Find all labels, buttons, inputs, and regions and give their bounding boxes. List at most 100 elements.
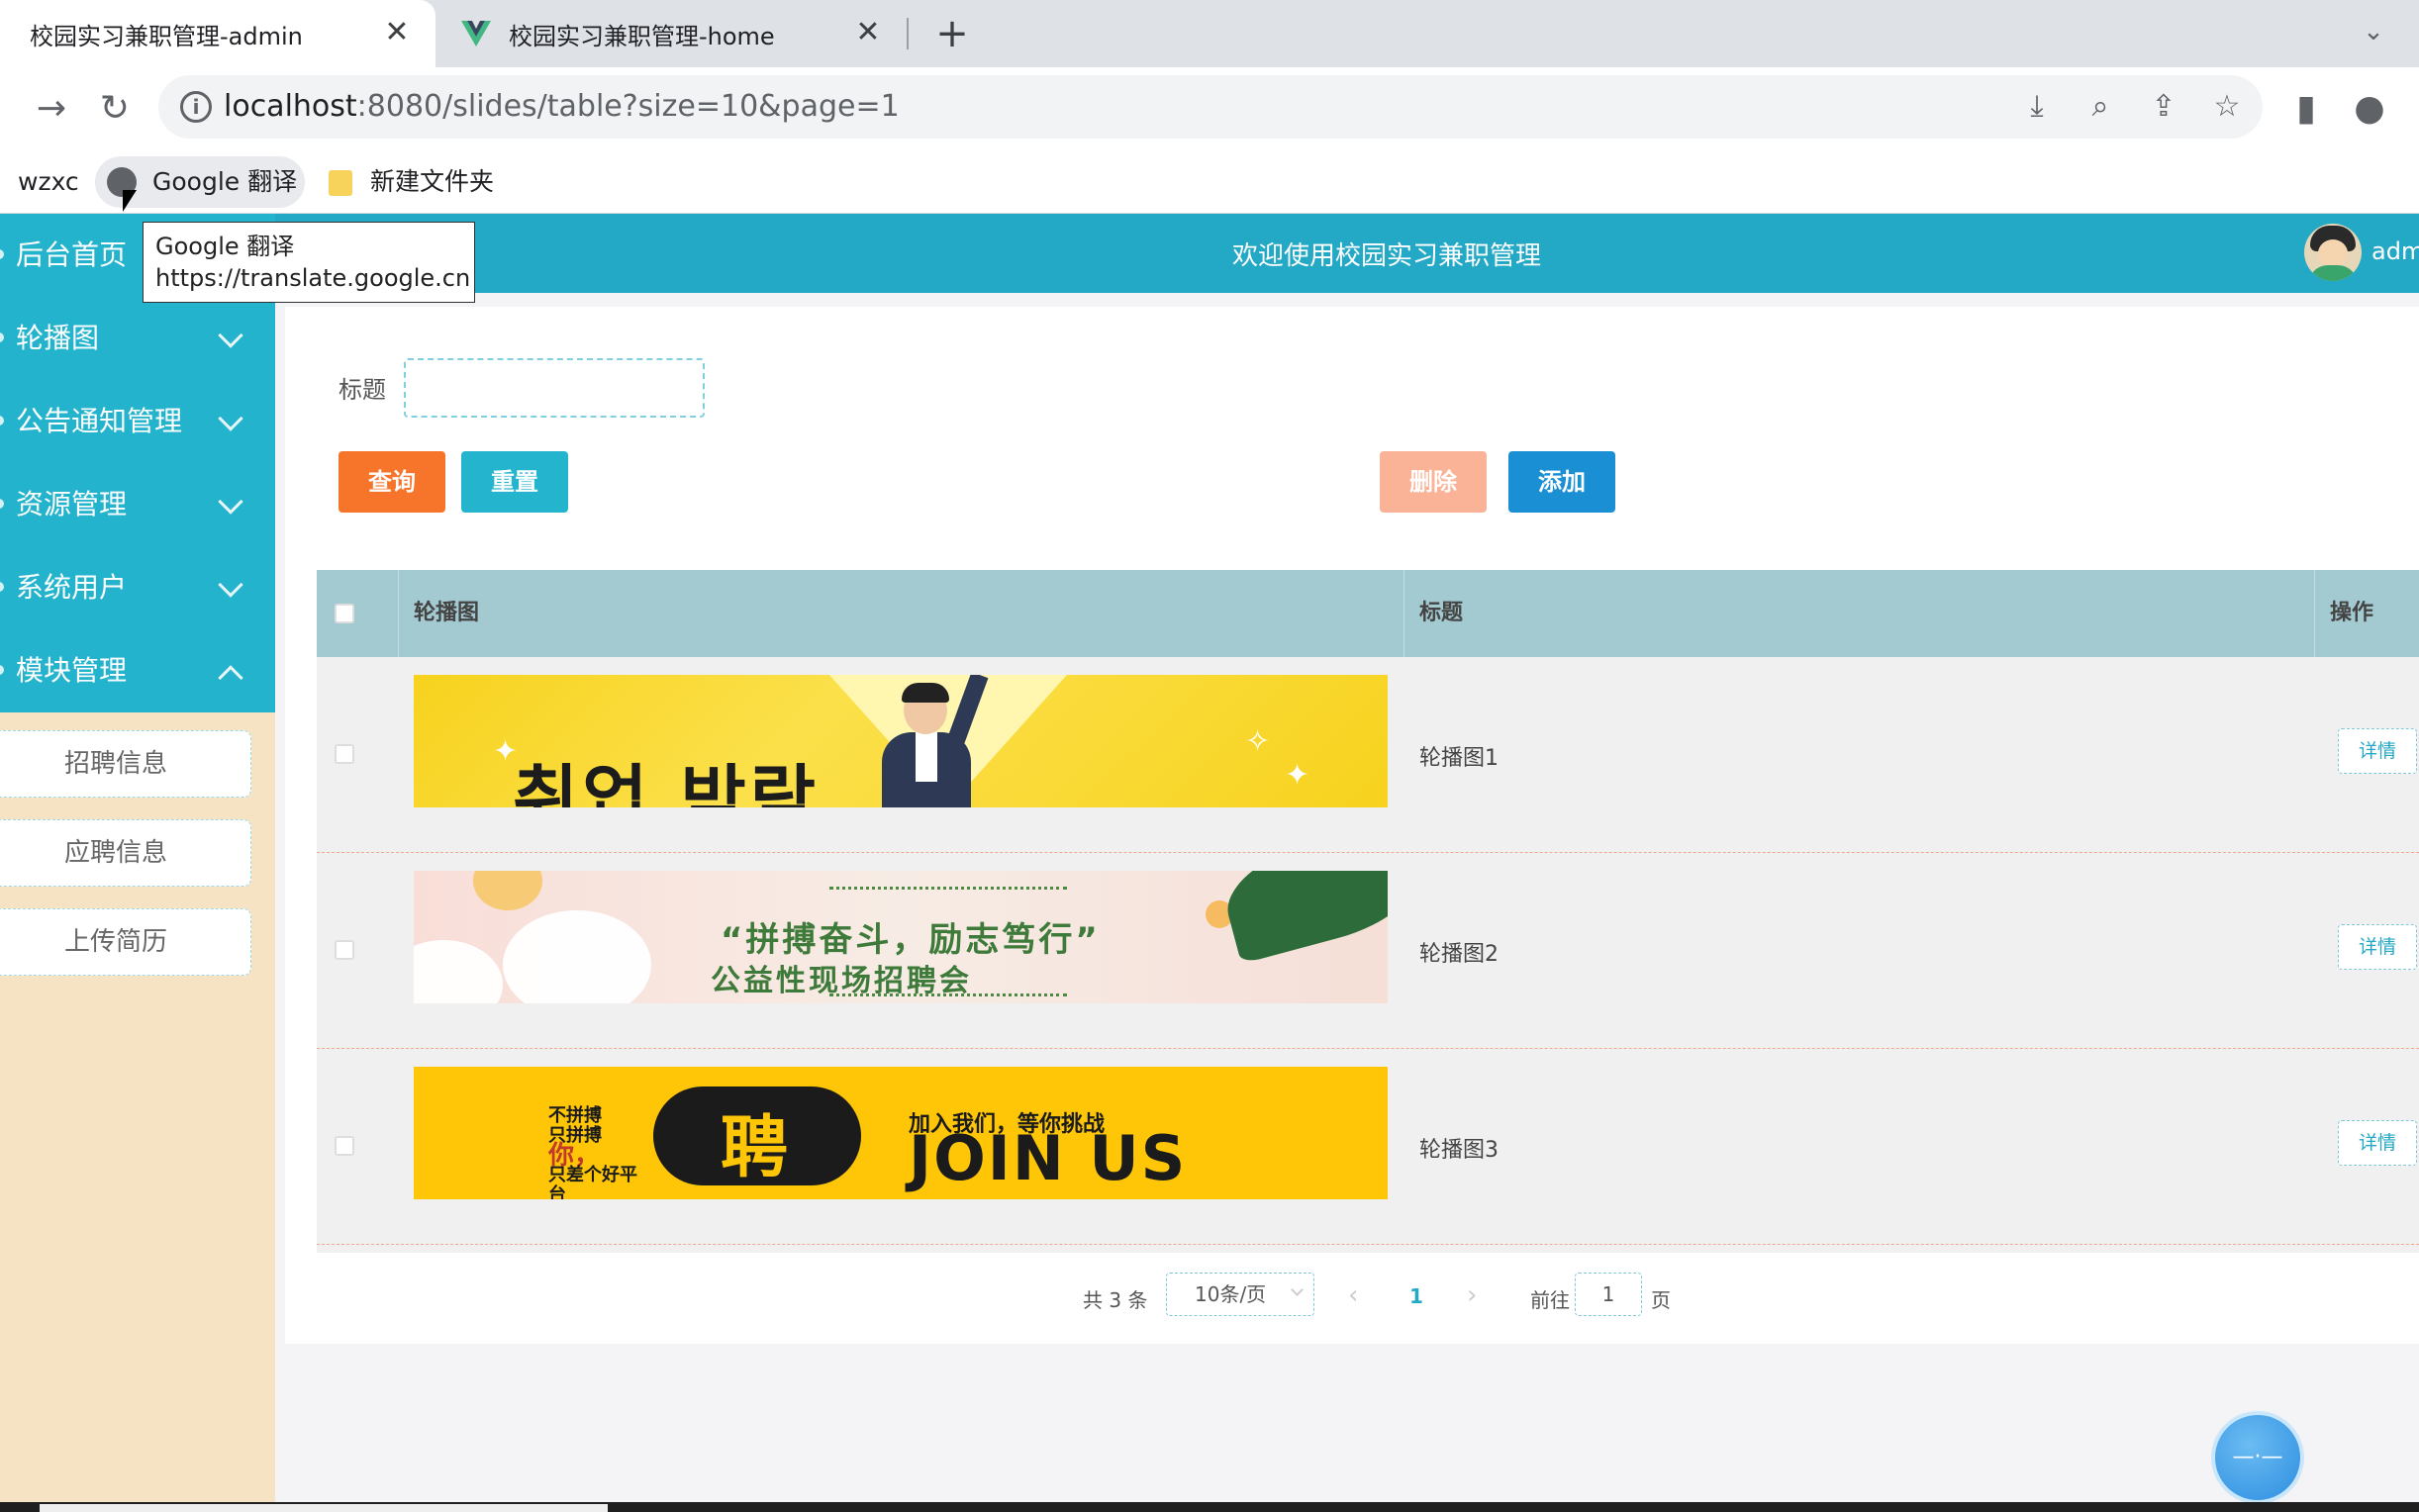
bullet-icon [0,582,4,592]
username[interactable]: admi [2371,237,2419,265]
add-button[interactable]: 添加 [1508,451,1615,513]
zoom-icon[interactable]: ⌕ [2080,87,2120,127]
sidebar-item-label: 系统用户 [16,571,128,604]
banner-line1: “拼搏奋斗，励志笃行” [721,920,1101,960]
url-text[interactable]: localhost:8080/slides/table?size=10&page… [224,89,900,124]
close-tab-icon[interactable]: ✕ [853,18,883,47]
banner-small-text: 只差个好平台 [548,1165,637,1200]
forward-icon[interactable]: → [30,87,73,131]
table-header: 轮播图 标题 操作 [317,570,2419,657]
bullet-icon [0,499,4,509]
banner-pin: 聘 [721,1109,789,1187]
main-panel: 标题 查询 重置 删除 添加 轮播图 标题 操作 취업 박람 ✦ ✦ ✧ 轮播图… [285,307,2419,1344]
sidebar-item-system-users[interactable]: 系统用户 [0,546,275,629]
chevron-down-icon [218,406,243,431]
bookmark-new-folder[interactable]: 新建文件夹 [370,162,494,202]
tab-separator [907,18,909,49]
chevron-up-icon [218,665,243,691]
chevron-down-icon [218,489,243,515]
vue-logo-icon [461,21,491,47]
search-title-label: 标题 [339,376,386,404]
banner-text: 취업 박람 [513,757,821,807]
bookmark-google-translate[interactable]: Google 翻译 [152,162,297,202]
carousel-image: 不拼搏 只拼搏 你， 只差个好平台 聘 加入我们，等你挑战 JOIN US [414,1067,1388,1199]
profile-icon[interactable]: ● [2348,87,2391,131]
column-header-action: 操作 [2330,601,2374,625]
detail-button[interactable]: 详情 [2338,924,2417,970]
tab-search-icon[interactable]: ⌄ [2352,10,2395,53]
search-title-input[interactable] [404,358,705,418]
bookmark-tooltip: Google 翻译 https://translate.google.cn [143,222,475,303]
sidebar-item-label: 模块管理 [16,654,128,687]
bullet-icon [0,665,4,675]
browser-tab-bar: 校园实习兼职管理-admin ✕ 校园实习兼职管理-home ✕ + ⌄ [0,0,2419,67]
bookmark-star-icon[interactable]: ☆ [2207,87,2247,127]
page-size-select[interactable]: 10条/页 [1166,1273,1314,1316]
side-panel-icon[interactable]: ▮ [2284,87,2328,131]
sidebar-item-notices[interactable]: 公告通知管理 [0,380,275,463]
row-title: 轮播图2 [1419,942,1499,967]
close-tab-icon[interactable]: ✕ [382,18,412,47]
next-page-icon[interactable]: › [1467,1280,1477,1310]
new-tab-icon[interactable]: + [930,12,974,55]
sidebar: 后台首页 轮播图 公告通知管理 资源管理 系统用户 模块管理 招聘信息 应聘信息… [0,214,275,1512]
tab-title: 校园实习兼职管理-home [509,22,775,50]
carousel-image: “拼搏奋斗，励志笃行” 公益性现场招聘会 [414,871,1388,1003]
select-all-checkbox[interactable] [335,604,354,623]
chevron-down-icon [218,323,243,348]
detail-button[interactable]: 详情 [2338,1120,2417,1166]
banner-line2: 公益性现场招聘会 [711,964,972,998]
install-icon[interactable]: ⤓ [2017,87,2057,127]
bullet-icon [0,416,4,425]
mouse-cursor-icon [123,190,137,212]
reload-icon[interactable]: ↻ [93,87,137,131]
page-suffix: 页 [1651,1288,1671,1312]
folder-icon [329,170,352,196]
site-info-icon[interactable]: i [180,91,212,123]
prev-page-icon[interactable]: ‹ [1348,1280,1358,1310]
carousel-table: 轮播图 标题 操作 취업 박람 ✦ ✦ ✧ 轮播图1 “拼搏奋斗，励志笃行” 公… [317,570,2419,1253]
current-page[interactable]: 1 [1409,1284,1423,1308]
submenu-applications[interactable]: 应聘信息 [0,819,251,887]
reset-button[interactable]: 重置 [461,451,568,513]
bookmark-wzxc[interactable]: wzxc [18,162,79,202]
sidebar-item-carousel[interactable]: 轮播图 [0,297,275,380]
tooltip-title: Google 翻译 [155,233,295,260]
column-header-image: 轮播图 [414,601,480,625]
browser-toolbar: → ↻ i localhost:8080/slides/table?size=1… [0,67,2419,150]
goto-page-input[interactable]: 1 [1575,1273,1642,1316]
goto-label: 前往 [1530,1288,1570,1312]
row-title: 轮播图3 [1419,1138,1499,1163]
chevron-down-icon [1291,1283,1304,1296]
sidebar-item-resources[interactable]: 资源管理 [0,463,275,546]
floating-action-button[interactable]: —·— [2211,1411,2304,1504]
sidebar-item-label: 资源管理 [16,488,128,520]
pagination: 共 3 条 10条/页 ‹ 1 › 前往 1 页 [285,1267,2419,1326]
tab-admin[interactable]: 校园实习兼职管理-admin ✕ [0,0,435,67]
page-size-value: 10条/页 [1195,1282,1267,1306]
detail-button[interactable]: 详情 [2338,728,2417,774]
tab-home[interactable]: 校园实习兼职管理-home ✕ [435,0,907,67]
row-checkbox[interactable] [335,940,354,960]
bottom-scrollbar[interactable] [0,1502,2419,1512]
sidebar-item-modules[interactable]: 模块管理 [0,629,275,712]
sidebar-item-label: 公告通知管理 [16,405,183,437]
query-button[interactable]: 查询 [339,451,445,513]
delete-button[interactable]: 删除 [1380,451,1487,513]
table-row: 不拼搏 只拼搏 你， 只差个好平台 聘 加入我们，等你挑战 JOIN US 轮播… [317,1049,2419,1245]
submenu-upload-resume[interactable]: 上传简历 [0,908,251,976]
carousel-image: 취업 박람 ✦ ✦ ✧ [414,675,1388,807]
address-bar[interactable]: i localhost:8080/slides/table?size=10&pa… [158,75,2263,139]
welcome-text: 欢迎使用校园实习兼职管理 [1232,241,1542,271]
chevron-down-icon [218,572,243,598]
banner-small-text: 不拼搏 [548,1105,602,1126]
sidebar-item-label: 后台首页 [16,238,128,271]
total-count: 共 3 条 [1083,1288,1148,1312]
submenu-job-postings[interactable]: 招聘信息 [0,730,251,798]
banner-small-text: 你， [548,1141,601,1171]
row-title: 轮播图1 [1419,746,1499,771]
row-checkbox[interactable] [335,744,354,764]
share-icon[interactable]: ⇪ [2144,87,2183,127]
avatar[interactable] [2304,224,2362,281]
row-checkbox[interactable] [335,1136,354,1156]
